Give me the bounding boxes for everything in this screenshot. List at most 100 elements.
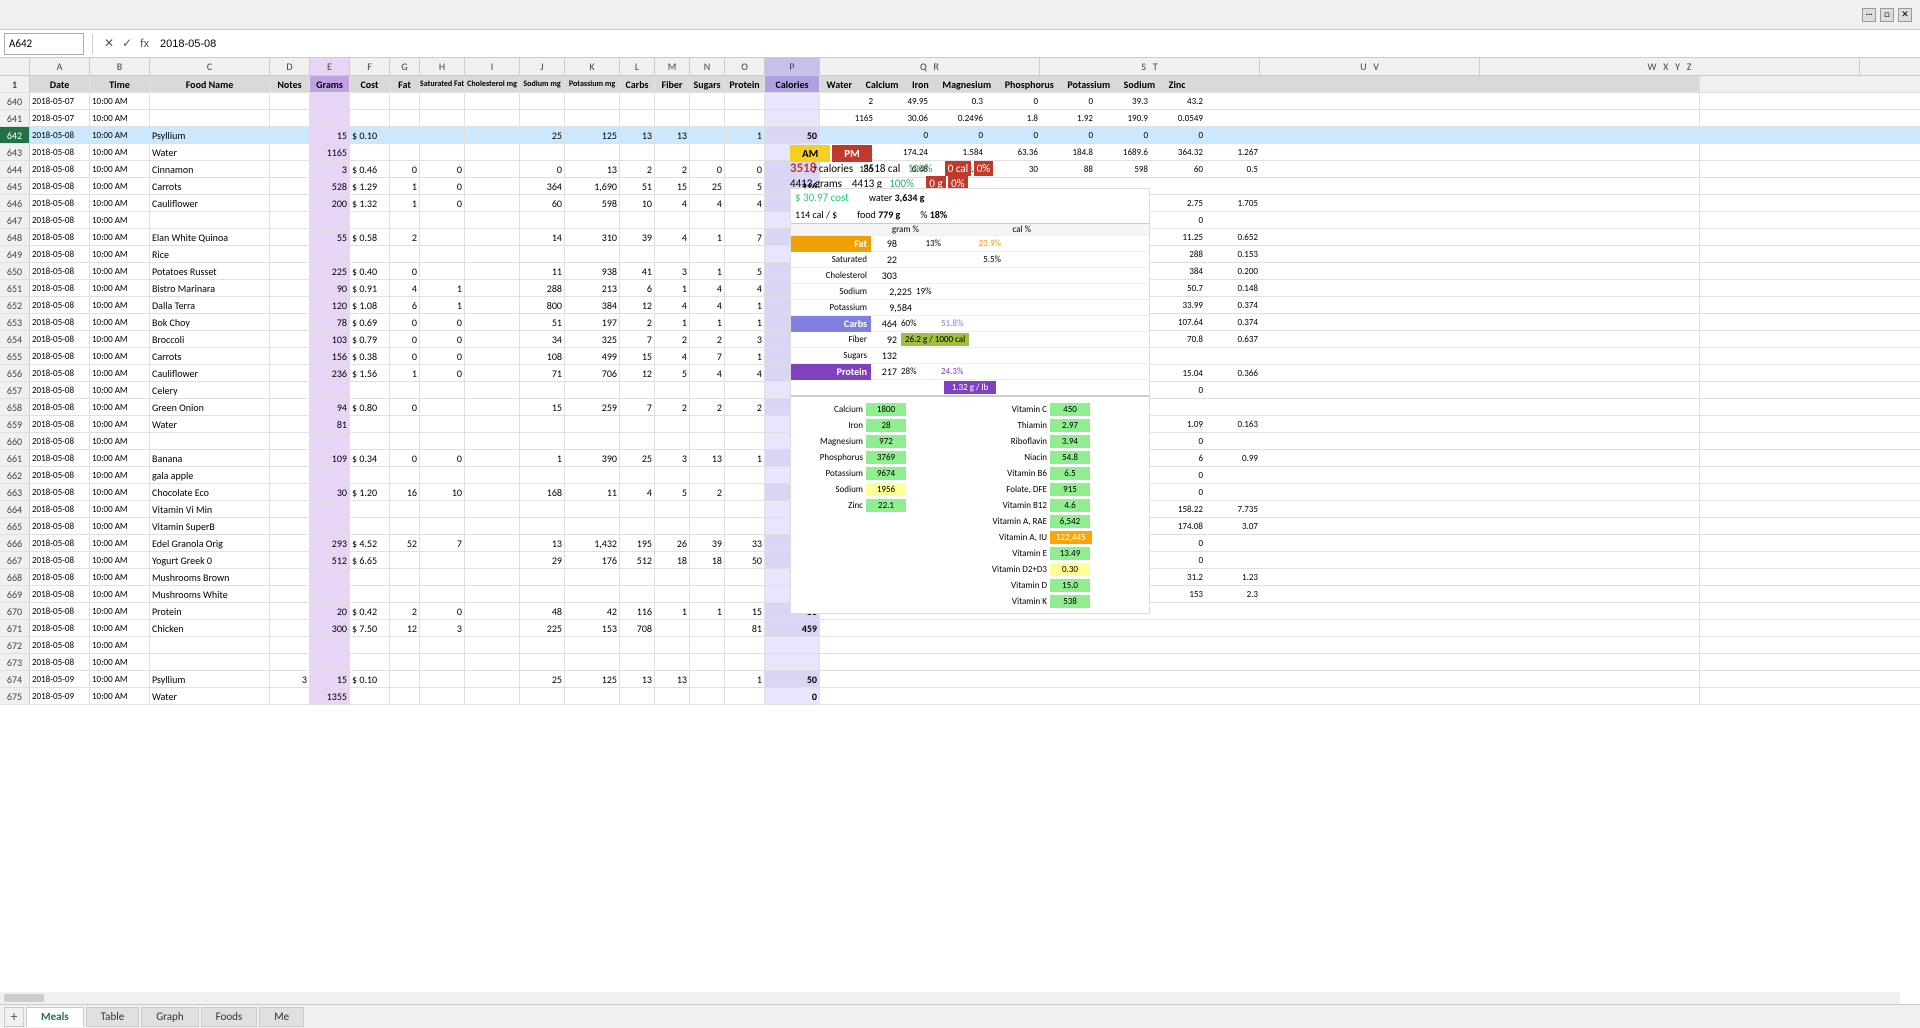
cost-cell[interactable] xyxy=(350,654,390,670)
protein-cell[interactable]: 1 xyxy=(725,314,765,330)
calories-cell[interactable] xyxy=(765,110,820,126)
potassium-cell[interactable]: 125 xyxy=(565,671,620,687)
extra-data-cell[interactable] xyxy=(820,671,1700,687)
date-cell[interactable]: 2018-05-07 xyxy=(30,110,90,126)
cholesterol-cell[interactable] xyxy=(465,603,520,619)
fiber-cell[interactable] xyxy=(655,416,690,432)
cost-cell[interactable] xyxy=(350,688,390,704)
sugars-cell[interactable] xyxy=(690,416,725,432)
sodium-cell[interactable]: 13 xyxy=(520,535,565,551)
carbs-cell[interactable]: 116 xyxy=(620,603,655,619)
grams-cell[interactable] xyxy=(310,433,350,449)
cost-cell[interactable]: $ 0.69 xyxy=(350,314,390,330)
sodium-cell[interactable] xyxy=(520,246,565,262)
grams-cell[interactable]: 300 xyxy=(310,620,350,636)
food-name-cell[interactable]: Mushrooms Brown xyxy=(150,569,270,585)
cholesterol-cell[interactable] xyxy=(465,365,520,381)
saturated-cell[interactable] xyxy=(420,127,465,143)
fat-cell[interactable]: 0 xyxy=(390,348,420,364)
sodium-cell[interactable]: 1 xyxy=(520,450,565,466)
fiber-cell[interactable]: 13 xyxy=(655,671,690,687)
table-row[interactable]: 640 2018-05-07 10:00 AM 249.950.30039.34… xyxy=(0,93,1920,110)
date-cell[interactable]: 2018-05-08 xyxy=(30,552,90,568)
col-m-header[interactable]: M xyxy=(655,58,690,75)
fiber-cell[interactable]: 15 xyxy=(655,178,690,194)
sodium-cell[interactable]: 34 xyxy=(520,331,565,347)
fiber-cell[interactable]: 5 xyxy=(655,365,690,381)
cholesterol-cell[interactable] xyxy=(465,620,520,636)
protein-cell[interactable]: 1 xyxy=(725,671,765,687)
protein-cell[interactable] xyxy=(725,484,765,500)
date-cell[interactable]: 2018-05-08 xyxy=(30,399,90,415)
food-name-cell[interactable]: Water xyxy=(150,144,270,160)
saturated-cell[interactable] xyxy=(420,399,465,415)
protein-cell[interactable]: 33 xyxy=(725,535,765,551)
food-name-cell[interactable] xyxy=(150,212,270,228)
cost-cell[interactable]: $ 0.34 xyxy=(350,450,390,466)
saturated-cell[interactable] xyxy=(420,552,465,568)
grams-cell[interactable]: 293 xyxy=(310,535,350,551)
notes-cell[interactable] xyxy=(270,246,310,262)
sodium-cell[interactable] xyxy=(520,501,565,517)
potassium-cell[interactable]: 197 xyxy=(565,314,620,330)
cholesterol-cell[interactable] xyxy=(465,535,520,551)
cholesterol-cell[interactable] xyxy=(465,671,520,687)
cholesterol-cell[interactable] xyxy=(465,195,520,211)
notes-cell[interactable] xyxy=(270,518,310,534)
time-cell[interactable]: 10:00 AM xyxy=(90,212,150,228)
grams-cell[interactable]: 3 xyxy=(310,161,350,177)
grams-cell[interactable] xyxy=(310,467,350,483)
sodium-cell[interactable] xyxy=(520,569,565,585)
fat-cell[interactable]: 2 xyxy=(390,603,420,619)
cholesterol-cell[interactable] xyxy=(465,229,520,245)
sodium-cell[interactable]: 168 xyxy=(520,484,565,500)
cholesterol-cell[interactable] xyxy=(465,637,520,653)
food-name-cell[interactable]: Mushrooms White xyxy=(150,586,270,602)
potassium-cell[interactable] xyxy=(565,569,620,585)
date-cell[interactable]: 2018-05-08 xyxy=(30,144,90,160)
saturated-cell[interactable] xyxy=(420,416,465,432)
carbs-cell[interactable] xyxy=(620,433,655,449)
table-row[interactable]: 671 2018-05-08 10:00 AM Chicken 300 $ 7.… xyxy=(0,620,1920,637)
fat-cell[interactable] xyxy=(390,93,420,109)
potassium-cell[interactable]: 598 xyxy=(565,195,620,211)
cost-cell[interactable]: $ 7.50 xyxy=(350,620,390,636)
notes-cell[interactable] xyxy=(270,620,310,636)
date-cell[interactable]: 2018-05-07 xyxy=(30,93,90,109)
fat-cell[interactable]: 0 xyxy=(390,331,420,347)
sodium-cell[interactable]: 0 xyxy=(520,161,565,177)
fat-cell[interactable] xyxy=(390,688,420,704)
carbs-cell[interactable]: 7 xyxy=(620,399,655,415)
potassium-cell[interactable]: 259 xyxy=(565,399,620,415)
carbs-cell[interactable]: 512 xyxy=(620,552,655,568)
saturated-cell[interactable]: 0 xyxy=(420,365,465,381)
sodium-cell[interactable]: 71 xyxy=(520,365,565,381)
carbs-cell[interactable]: 12 xyxy=(620,297,655,313)
protein-cell[interactable]: 5 xyxy=(725,263,765,279)
protein-cell[interactable]: 3 xyxy=(725,331,765,347)
food-name-cell[interactable]: Dalla Terra xyxy=(150,297,270,313)
notes-cell[interactable] xyxy=(270,212,310,228)
time-cell[interactable]: 10:00 AM xyxy=(90,399,150,415)
saturated-cell[interactable] xyxy=(420,569,465,585)
formula-input[interactable] xyxy=(156,33,1916,55)
food-name-cell[interactable]: Water xyxy=(150,688,270,704)
time-cell[interactable]: 10:00 AM xyxy=(90,297,150,313)
fat-cell[interactable]: 12 xyxy=(390,620,420,636)
carbs-cell[interactable] xyxy=(620,637,655,653)
sugars-cell[interactable] xyxy=(690,93,725,109)
notes-cell[interactable]: 3 xyxy=(270,671,310,687)
fiber-cell[interactable]: 2 xyxy=(655,331,690,347)
tab-meals[interactable]: Meals xyxy=(26,1007,84,1027)
protein-cell[interactable]: 1 xyxy=(725,127,765,143)
potassium-cell[interactable] xyxy=(565,637,620,653)
calories-cell[interactable]: 7 xyxy=(765,161,820,177)
protein-cell[interactable]: 1 xyxy=(725,297,765,313)
potassium-cell[interactable]: 706 xyxy=(565,365,620,381)
sugars-cell[interactable]: 1 xyxy=(690,229,725,245)
potassium-cell[interactable]: 1,432 xyxy=(565,535,620,551)
table-row[interactable]: 674 2018-05-09 10:00 AM Psyllium 3 15 $ … xyxy=(0,671,1920,688)
grams-cell[interactable] xyxy=(310,518,350,534)
notes-cell[interactable] xyxy=(270,535,310,551)
carbs-cell[interactable] xyxy=(620,688,655,704)
